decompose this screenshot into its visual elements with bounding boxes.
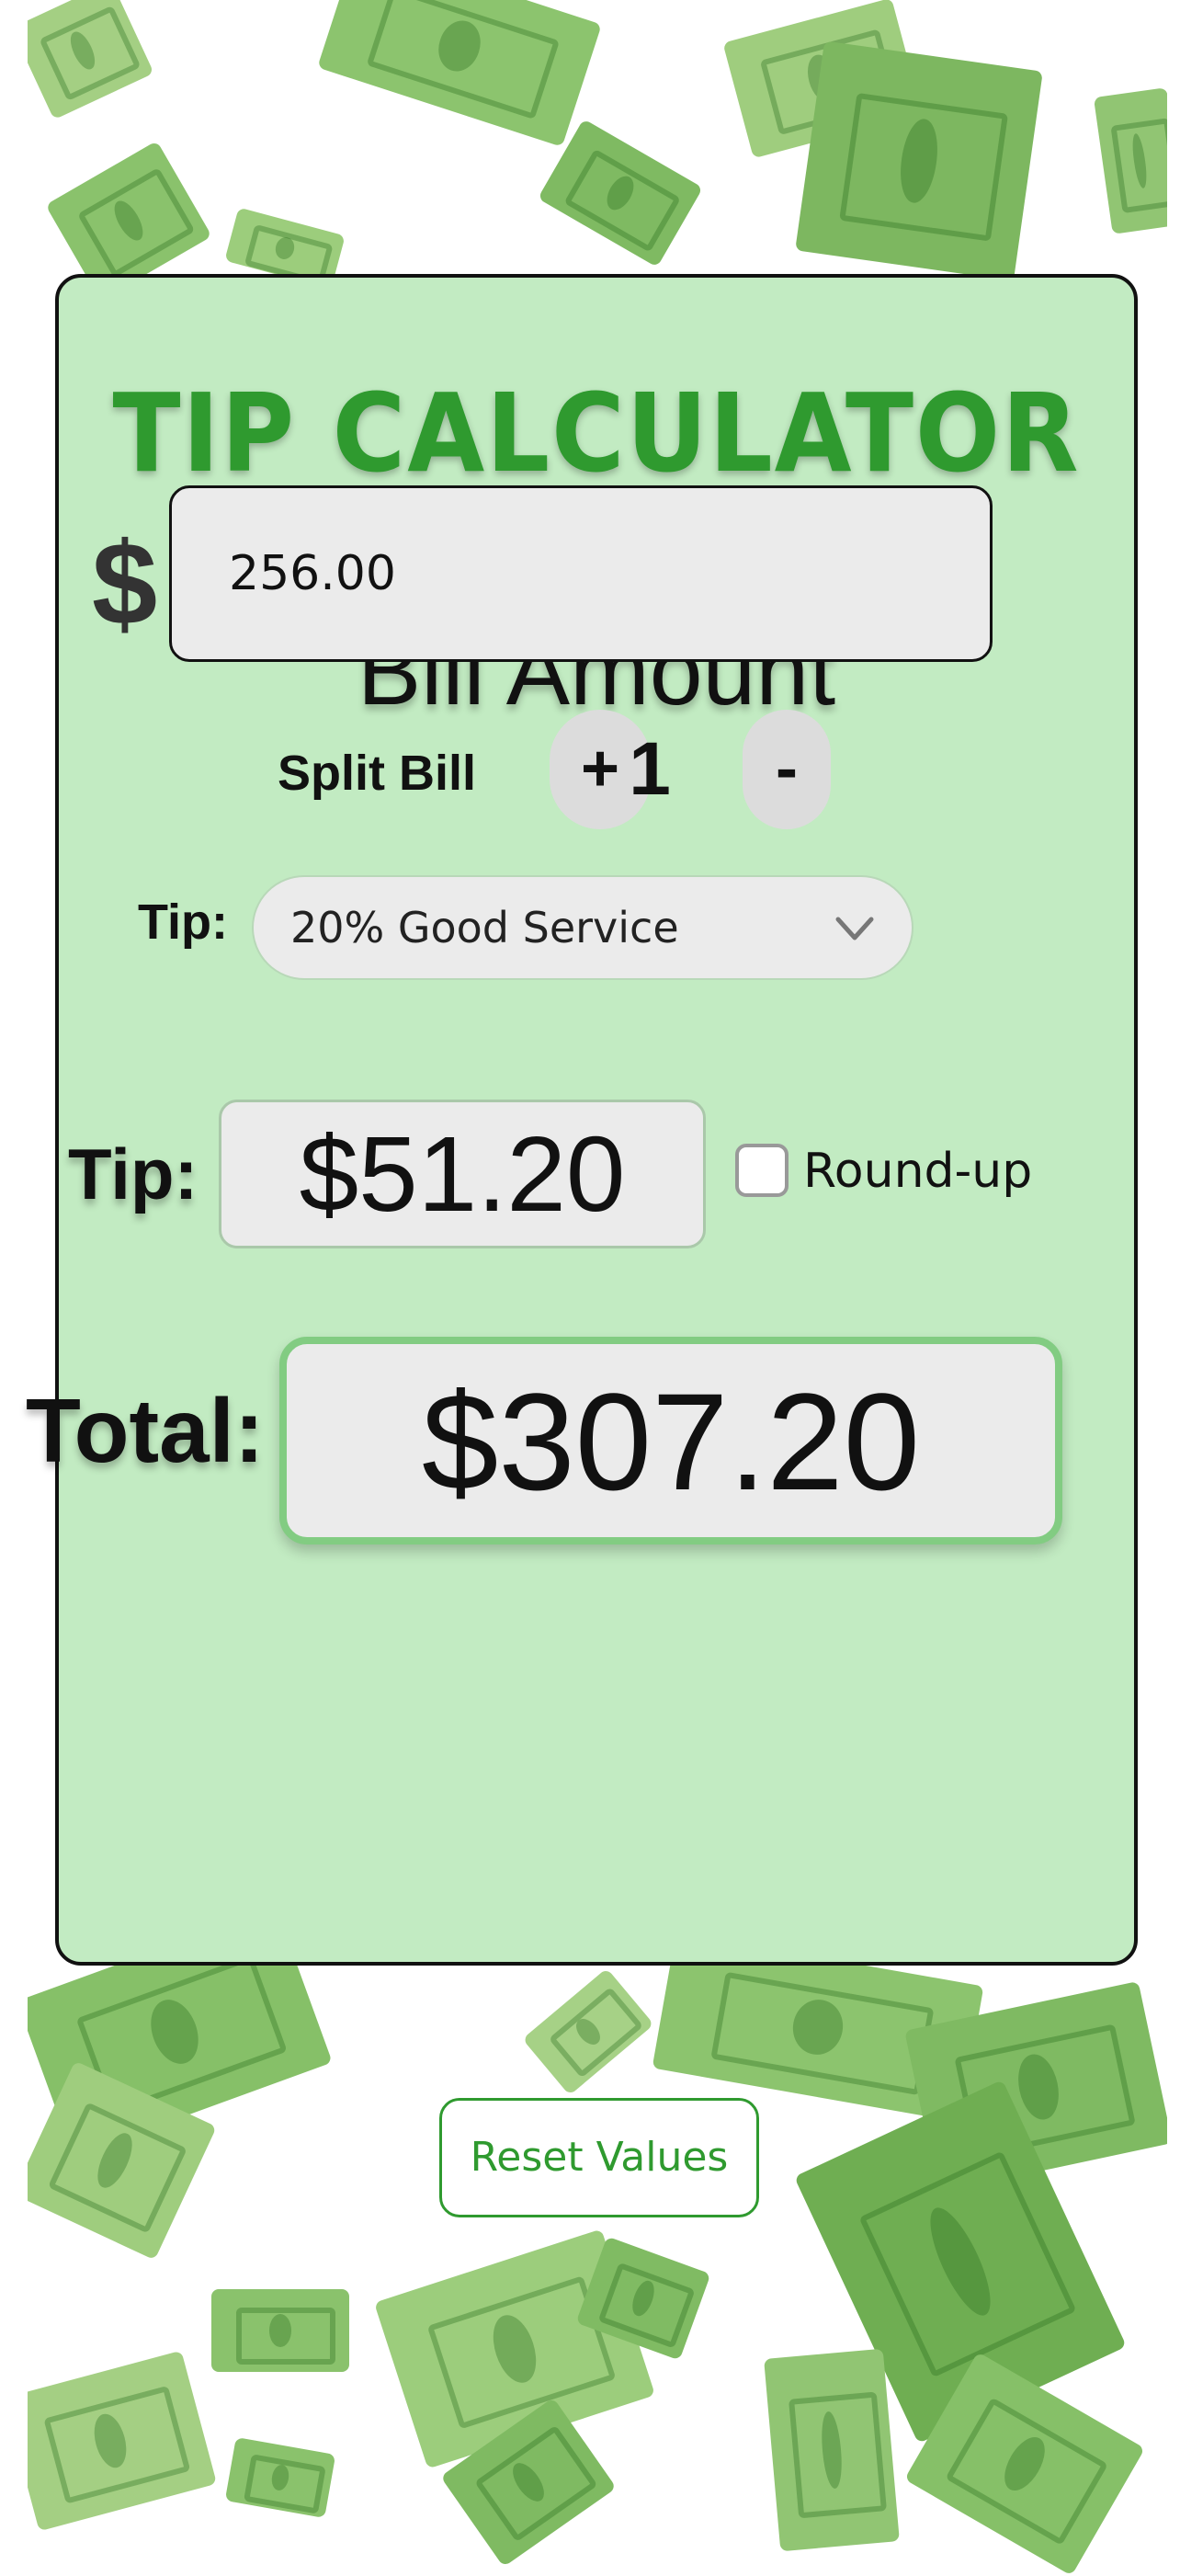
money-icon: [211, 2289, 349, 2372]
total-amount-display: $307.20: [279, 1337, 1062, 1544]
money-icon: [3, 2350, 218, 2532]
split-count: 1: [629, 727, 671, 811]
split-bill-label: Split Bill: [278, 746, 476, 801]
money-icon: [224, 2436, 336, 2519]
tip-amount-display: $51.20: [219, 1100, 706, 1248]
tip-percentage-select[interactable]: 20% Good Service: [252, 875, 913, 980]
tip-amount-label: Tip:: [68, 1134, 199, 1214]
money-icon: [11, 0, 154, 120]
money-icon: [522, 1967, 654, 2096]
money-icon: [764, 2348, 900, 2552]
tip-select-label: Tip:: [138, 895, 228, 950]
roundup-checkbox[interactable]: [735, 1144, 789, 1197]
roundup-label[interactable]: Round-up: [803, 1144, 1032, 1199]
bill-amount-input[interactable]: 256.00: [169, 485, 993, 662]
money-icon: [317, 0, 602, 147]
split-decrease-button[interactable]: -: [743, 710, 831, 829]
total-label: Total:: [26, 1380, 265, 1481]
currency-symbol: $: [92, 519, 158, 650]
chevron-down-icon: [835, 917, 874, 940]
page-title: TIP CALCULATOR: [112, 370, 1081, 496]
tip-select-value: 20% Good Service: [290, 903, 679, 952]
money-icon: [795, 40, 1043, 281]
reset-values-button[interactable]: Reset Values: [439, 2098, 759, 2217]
